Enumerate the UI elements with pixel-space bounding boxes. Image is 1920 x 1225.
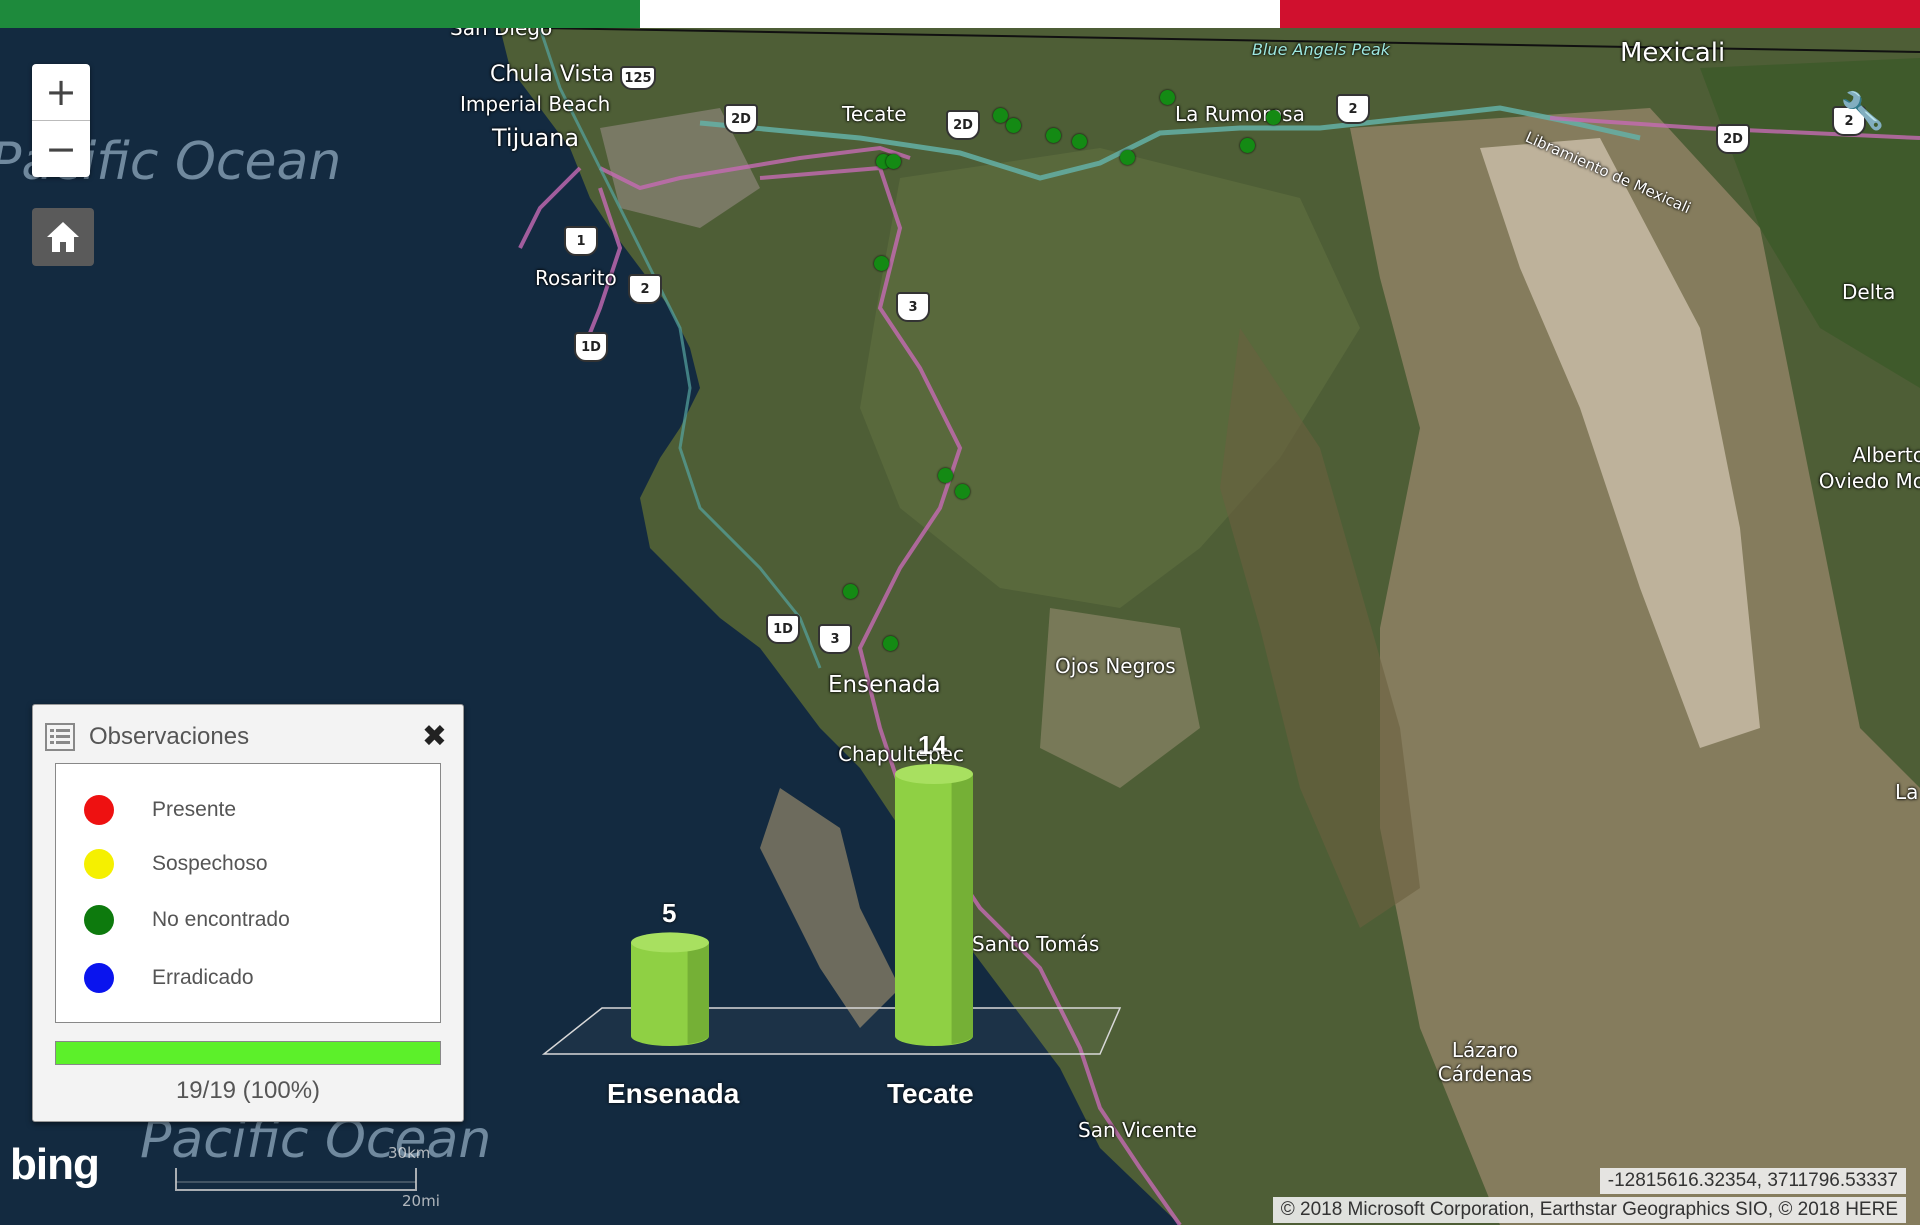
scale-km: 30km — [388, 1144, 431, 1162]
blue-dot-icon — [84, 963, 114, 993]
legend-item-label: No encontrado — [152, 908, 290, 931]
legend-item: Sospechoso — [84, 846, 268, 882]
scale-mi: 20mi — [402, 1192, 440, 1210]
copyright-notice: © 2018 Microsoft Corporation, Earthstar … — [1272, 1197, 1906, 1223]
list-icon — [45, 723, 75, 751]
chart-floor — [541, 1007, 1122, 1055]
green-dot-icon — [84, 905, 114, 935]
legend-panel: Observaciones ✖ Presente Sospechoso No e… — [32, 704, 464, 1122]
legend-item-label: Presente — [152, 798, 237, 821]
progress-bar — [55, 1041, 441, 1065]
legend-title: Observaciones — [89, 723, 250, 750]
legend-list: Presente Sospechoso No encontrado Erradi… — [55, 763, 441, 1023]
red-dot-icon — [84, 795, 114, 825]
bing-logo: bing — [10, 1140, 100, 1189]
chart-category-label: Tecate — [887, 1078, 974, 1109]
chart-category-label: Ensenada — [607, 1078, 740, 1109]
chart-bar-shade — [687, 942, 709, 1044]
legend-item-label: Sospechoso — [152, 852, 268, 875]
coordinate-readout: -12815616.32354, 3711796.53337 — [1599, 1168, 1906, 1194]
legend-item-label: Erradicado — [152, 966, 254, 989]
legend-header: Observaciones ✖ — [45, 717, 451, 757]
legend-item: Erradicado — [84, 960, 254, 996]
legend-item: No encontrado — [84, 902, 290, 938]
legend-item: Presente — [84, 792, 236, 828]
chart-bar-cap — [631, 932, 709, 953]
chart-data-label: 5 — [662, 898, 677, 929]
chart-data-label: 14 — [918, 730, 947, 760]
progress-fill — [56, 1042, 440, 1064]
progress-text: 19/19 (100%) — [175, 1077, 321, 1104]
yellow-dot-icon — [84, 849, 114, 879]
close-icon[interactable]: ✖ — [422, 719, 447, 754]
scale-bar — [175, 1168, 417, 1191]
chart-bar-shade — [951, 774, 973, 1044]
chart-bar-cap — [895, 764, 973, 784]
